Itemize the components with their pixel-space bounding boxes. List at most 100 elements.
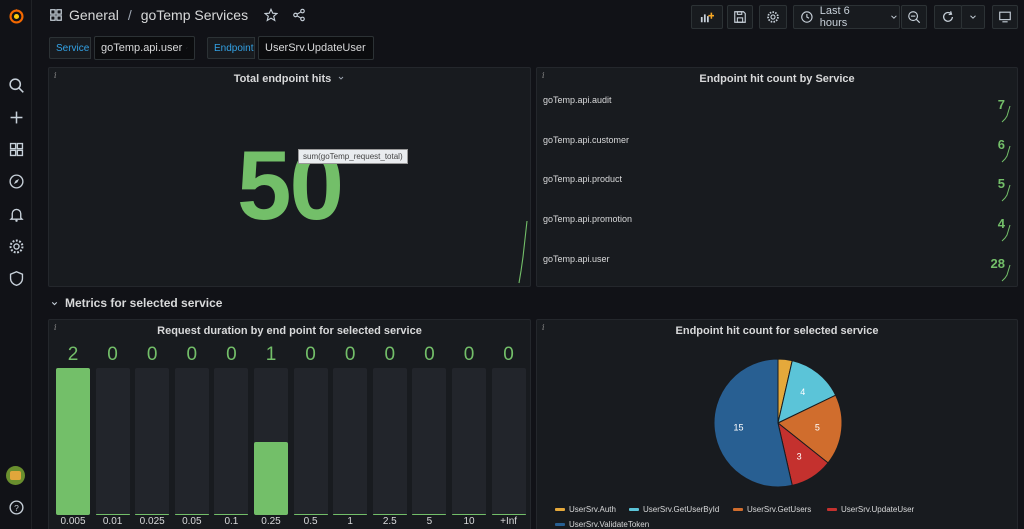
dashboard-settings-button[interactable] (759, 5, 787, 29)
refresh-interval-dropdown[interactable] (961, 5, 985, 29)
bar (214, 514, 249, 515)
panel-request-duration[interactable]: i Request duration by end point for sele… (48, 319, 531, 529)
bar (135, 514, 170, 515)
stat-sparkline (518, 220, 528, 284)
bar (372, 514, 407, 515)
legend-label: UserSrv.ValidateToken (569, 520, 650, 529)
bar-track (174, 368, 209, 515)
chevron-down-icon (186, 47, 188, 49)
legend-swatch (555, 508, 565, 511)
service-row: goTemp.api.audit 7 (543, 95, 1011, 135)
row-collapse-toggle[interactable]: Metrics for selected service (50, 296, 222, 310)
bar-label: 5 (426, 516, 433, 527)
bar-track (95, 368, 130, 515)
bar-label: 0.25 (261, 516, 281, 527)
bar (254, 441, 288, 515)
bar (491, 514, 526, 515)
plus-icon[interactable] (6, 107, 26, 127)
row-title: Metrics for selected service (65, 296, 223, 310)
tv-mode-button[interactable] (992, 5, 1018, 29)
save-dashboard-button[interactable] (727, 5, 753, 29)
variable-value-endpoint: UserSrv.UpdateUser (265, 42, 366, 54)
bar (412, 514, 447, 515)
chevron-down-icon (891, 15, 897, 19)
breadcrumb-folder[interactable]: General (69, 7, 119, 23)
zoom-out-button[interactable] (901, 5, 927, 29)
bar-label: 0.5 (303, 516, 318, 527)
panel-total-endpoint-hits[interactable]: i Total endpoint hits 50 (48, 67, 531, 287)
time-range-picker[interactable]: Last 6 hours (793, 5, 900, 29)
clock-icon (801, 11, 813, 23)
legend-item[interactable]: UserSrv.GetUserById (629, 505, 719, 514)
breadcrumb-separator: / (127, 7, 132, 23)
bar-track (412, 368, 447, 515)
bar-track (372, 368, 407, 515)
variable-select-endpoint[interactable]: UserSrv.UpdateUser (258, 36, 374, 60)
bar (174, 514, 209, 515)
panel-title[interactable]: Endpoint hit count by Service (537, 73, 1017, 85)
configuration-gear-icon[interactable] (6, 236, 26, 256)
bar-label: 0.025 (139, 516, 165, 527)
explore-compass-icon[interactable] (6, 171, 26, 191)
refresh-button[interactable] (934, 5, 962, 29)
alerting-bell-icon[interactable] (6, 204, 26, 224)
gear-icon (767, 11, 779, 23)
add-panel-button[interactable] (691, 5, 723, 29)
dashboard-title[interactable]: goTemp Services (141, 7, 248, 23)
grafana-logo-icon[interactable] (6, 6, 26, 26)
time-range-label: Last 6 hours (819, 5, 850, 29)
bar-label: 2.5 (382, 516, 397, 527)
add-panel-icon (700, 12, 714, 23)
legend-item[interactable]: UserSrv.ValidateToken (555, 520, 649, 529)
bar-value: 1 (265, 344, 277, 365)
top-navbar: General / goTemp Services Last 6 hours (32, 0, 1024, 34)
bar-value: 0 (107, 344, 118, 365)
bar-value: 0 (226, 344, 237, 365)
share-icon[interactable] (292, 8, 306, 22)
chevron-down-icon (338, 76, 344, 80)
help-icon[interactable]: ? (6, 497, 26, 517)
variable-select-service[interactable]: goTemp.api.user (94, 36, 195, 60)
service-name: goTemp.api.customer (543, 135, 630, 145)
legend-item[interactable]: UserSrv.Auth (555, 505, 616, 514)
legend-item[interactable]: UserSrv.UpdateUser (827, 505, 914, 514)
panel-title[interactable]: Total endpoint hits (49, 73, 530, 85)
chevron-down-icon (970, 15, 976, 19)
legend-swatch (827, 508, 837, 511)
legend-label: UserSrv.Auth (569, 505, 616, 514)
variable-label-service: Service (49, 37, 91, 59)
bar-track (135, 368, 170, 515)
refresh-icon (943, 11, 953, 22)
user-avatar[interactable] (6, 466, 25, 485)
bar-value: 0 (384, 344, 396, 365)
search-icon[interactable] (6, 75, 26, 95)
dashboards-icon[interactable] (6, 139, 26, 159)
service-name: goTemp.api.promotion (543, 214, 633, 224)
panel-hits-by-service[interactable]: i Endpoint hit count by Service goTemp.a… (536, 67, 1018, 287)
bar-track (214, 368, 249, 515)
bar-track (56, 368, 90, 515)
pie-slice-label: 3 (797, 452, 802, 462)
svg-text:?: ? (14, 502, 19, 512)
bar-track (452, 368, 486, 515)
bar-value: 0 (463, 344, 475, 365)
service-row: goTemp.api.promotion 4 (543, 214, 1011, 254)
pie-slice-label: 4 (800, 387, 805, 397)
service-sparkline (1001, 145, 1011, 163)
legend-item[interactable]: UserSrv.GetUsers (733, 505, 811, 514)
star-icon[interactable] (264, 8, 279, 22)
service-row: goTemp.api.user 28 (543, 254, 1011, 286)
panel-endpoint-pie[interactable]: i Endpoint hit count for selected servic… (536, 319, 1018, 529)
bar (452, 514, 486, 515)
variable-value-service: goTemp.api.user (101, 42, 183, 54)
service-sparkline (1001, 184, 1011, 202)
side-menu: ? (0, 0, 32, 529)
panel-title-text: Total endpoint hits (233, 73, 332, 85)
server-admin-shield-icon[interactable] (6, 268, 26, 288)
query-tooltip: sum(goTemp_request_total) (298, 149, 408, 164)
panel-title[interactable]: Request duration by end point for select… (49, 325, 530, 337)
bar-label: 1 (347, 516, 353, 527)
variable-label-endpoint: Endpoint (207, 37, 255, 59)
bar-label: 0.05 (182, 516, 202, 527)
bar (333, 514, 368, 515)
